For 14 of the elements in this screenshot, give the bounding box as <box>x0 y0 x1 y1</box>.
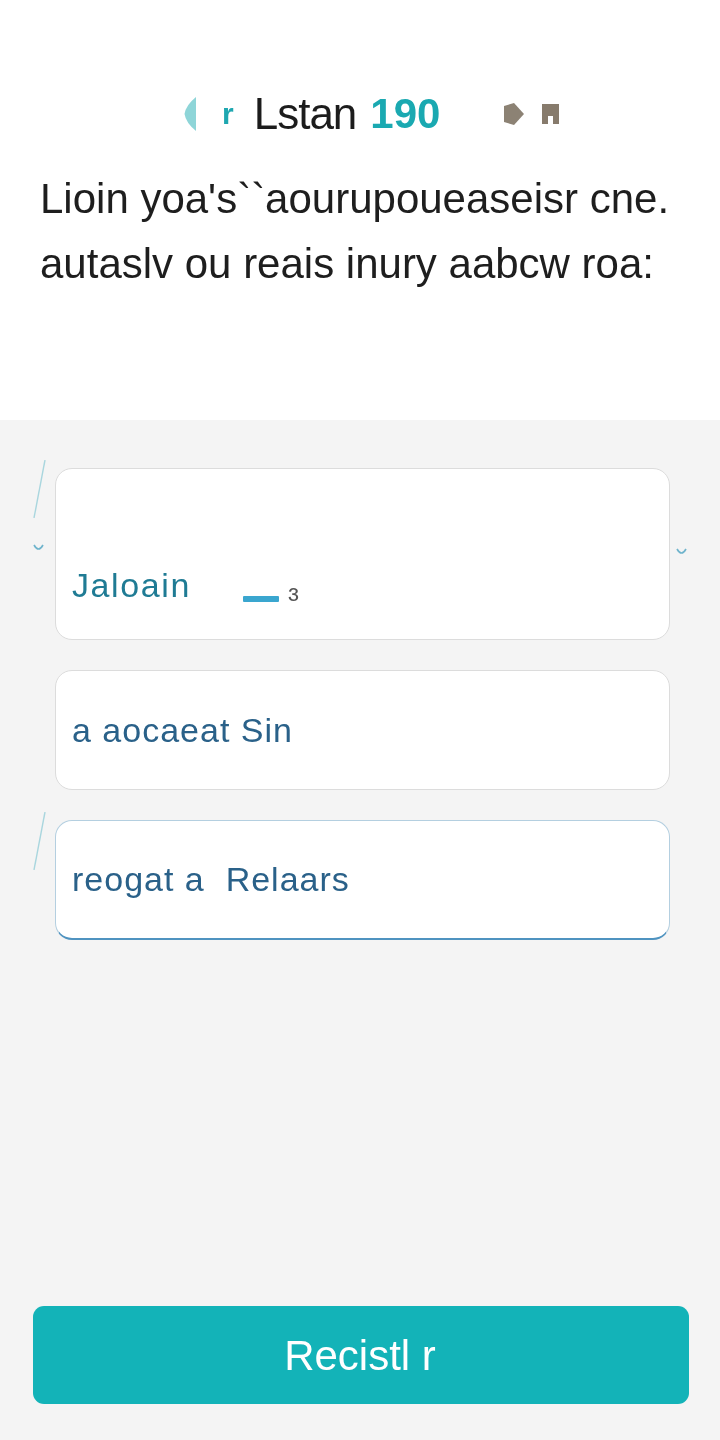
header-title: Lstan <box>253 91 357 136</box>
slash-mark-icon <box>33 812 46 870</box>
input-field[interactable]: reogat a Relaars <box>55 820 670 940</box>
description-text: Lioin yoa's``aourupoueaseisr cne. autaslv ou reais inury aabcw roa: <box>40 174 671 289</box>
block-icon[interactable] <box>542 103 560 124</box>
pentagon-icon[interactable] <box>504 102 525 125</box>
arc-mark-icon <box>33 544 44 551</box>
arc-mark-icon <box>676 548 687 555</box>
slash-mark-icon <box>33 460 46 518</box>
dash-icon <box>242 596 279 602</box>
input-field[interactable]: a aocaeat Sin <box>55 670 670 790</box>
header-number: 190 <box>370 92 441 135</box>
header-mark: r <box>222 98 234 129</box>
input-field[interactable]: Jaloain ɜ <box>55 468 670 640</box>
